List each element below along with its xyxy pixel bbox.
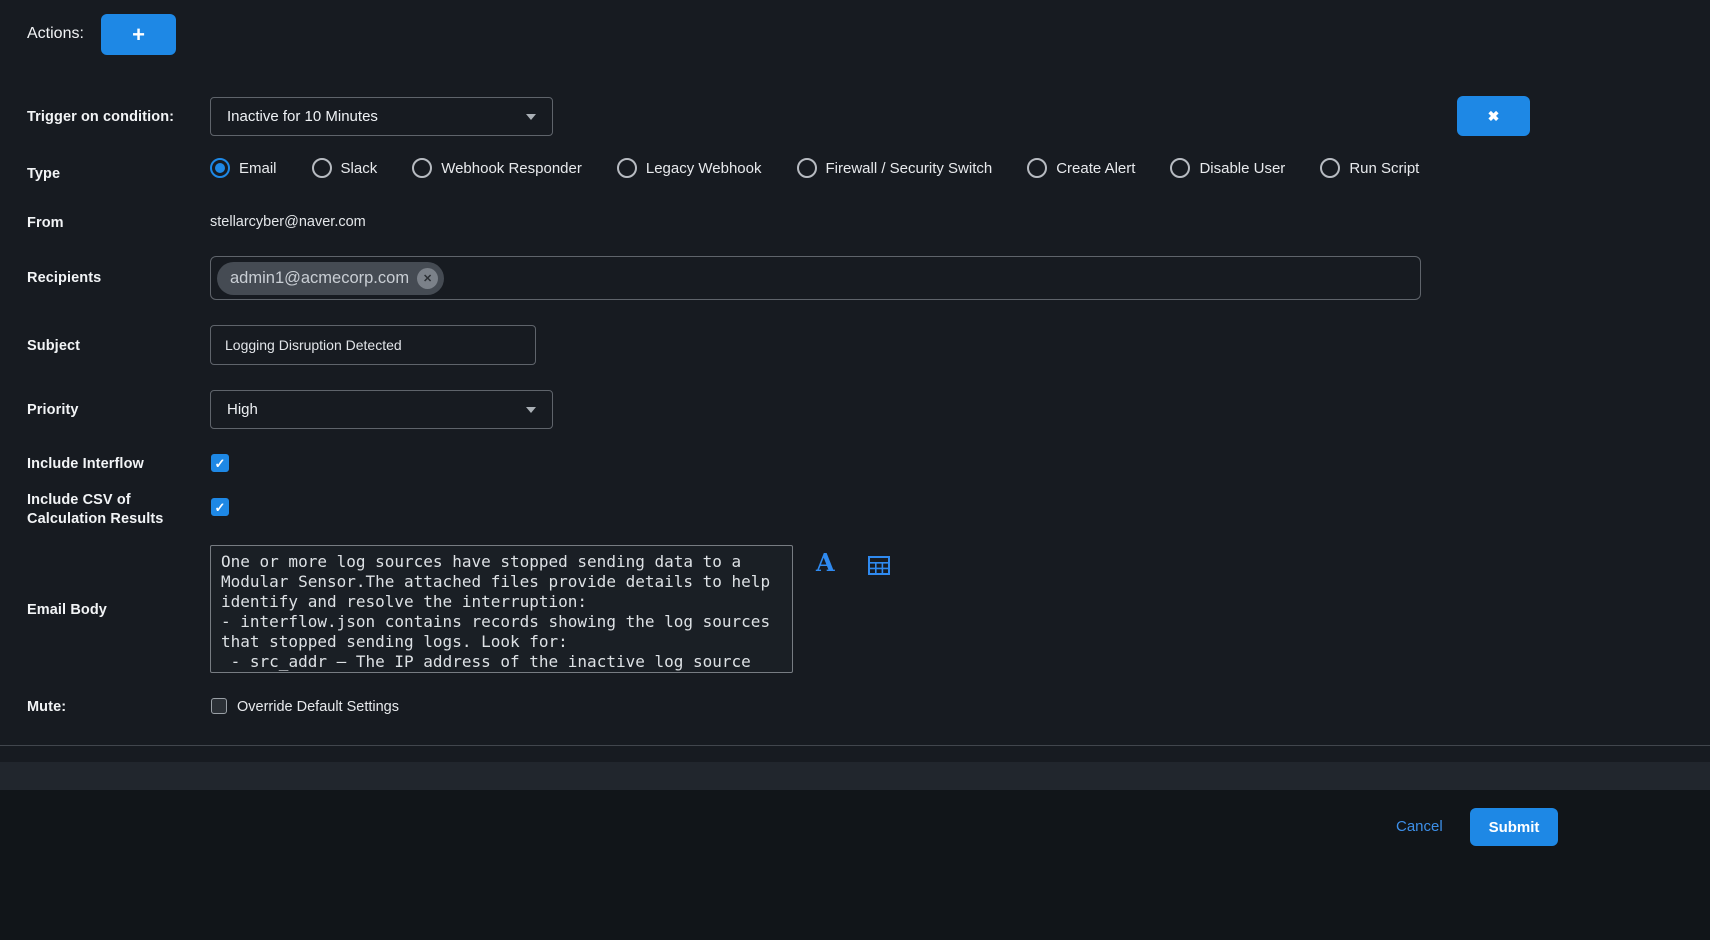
- radio-label: Email: [239, 160, 277, 177]
- email-body-textarea[interactable]: One or more log sources have stopped sen…: [210, 545, 793, 673]
- actions-label: Actions:: [27, 25, 84, 43]
- type-option-create-alert[interactable]: Create Alert: [1027, 158, 1135, 178]
- mute-option-label: Override Default Settings: [237, 699, 399, 715]
- insert-table-icon[interactable]: [868, 556, 890, 580]
- recipients-label: Recipients: [27, 269, 101, 288]
- type-option-slack[interactable]: Slack: [312, 158, 378, 178]
- from-value: stellarcyber@naver.com: [210, 214, 366, 230]
- close-icon: ✖: [1488, 108, 1500, 125]
- chevron-down-icon: [526, 114, 536, 120]
- type-option-email[interactable]: Email: [210, 158, 277, 178]
- type-option-firewall-security-switch[interactable]: Firewall / Security Switch: [797, 158, 993, 178]
- include-csv-checkbox[interactable]: ✓: [211, 498, 229, 516]
- checkmark-icon: ✓: [215, 457, 226, 470]
- include-interflow-checkbox[interactable]: ✓: [211, 454, 229, 472]
- type-option-disable-user[interactable]: Disable User: [1170, 158, 1285, 178]
- radio-label: Legacy Webhook: [646, 160, 762, 177]
- recipient-chip: admin1@acmecorp.com ✕: [217, 262, 444, 295]
- chevron-down-icon: [526, 407, 536, 413]
- radio-icon: [617, 158, 637, 178]
- subject-label: Subject: [27, 337, 80, 356]
- radio-icon: [1027, 158, 1047, 178]
- trigger-condition-label: Trigger on condition:: [27, 108, 174, 127]
- chip-remove-icon[interactable]: ✕: [417, 268, 438, 289]
- remove-action-button[interactable]: ✖: [1457, 96, 1530, 136]
- add-action-button[interactable]: +: [101, 14, 176, 55]
- email-body-label: Email Body: [27, 601, 107, 620]
- trigger-condition-value: Inactive for 10 Minutes: [227, 108, 378, 125]
- include-csv-label: Include CSV of Calculation Results: [27, 491, 182, 529]
- text-format-icon[interactable]: A: [816, 551, 835, 575]
- checkmark-icon: ✓: [215, 501, 226, 514]
- radio-icon: [1170, 158, 1190, 178]
- cancel-button[interactable]: Cancel: [1396, 818, 1443, 835]
- subject-input[interactable]: [210, 325, 536, 365]
- footer-bar: [0, 790, 1710, 940]
- recipient-chip-text: admin1@acmecorp.com: [230, 269, 409, 288]
- priority-label: Priority: [27, 401, 79, 420]
- submit-button[interactable]: Submit: [1470, 808, 1558, 846]
- action-configuration-form: Actions: + Trigger on condition: Inactiv…: [0, 0, 1710, 940]
- radio-label: Slack: [341, 160, 378, 177]
- radio-icon: [210, 158, 230, 178]
- include-interflow-label: Include Interflow: [27, 455, 144, 474]
- type-label: Type: [27, 165, 60, 184]
- priority-value: High: [227, 401, 258, 418]
- radio-label: Disable User: [1199, 160, 1285, 177]
- radio-icon: [797, 158, 817, 178]
- radio-icon: [312, 158, 332, 178]
- recipients-input[interactable]: admin1@acmecorp.com ✕: [210, 256, 1421, 300]
- radio-icon: [1320, 158, 1340, 178]
- radio-label: Run Script: [1349, 160, 1419, 177]
- type-option-webhook-responder[interactable]: Webhook Responder: [412, 158, 582, 178]
- type-radio-group: Email Slack Webhook Responder Legacy Web…: [210, 158, 1419, 178]
- radio-label: Create Alert: [1056, 160, 1135, 177]
- mute-label: Mute:: [27, 698, 66, 717]
- priority-select[interactable]: High: [210, 390, 553, 429]
- radio-icon: [412, 158, 432, 178]
- section-band: [0, 762, 1710, 790]
- divider: [0, 745, 1710, 746]
- type-option-run-script[interactable]: Run Script: [1320, 158, 1419, 178]
- type-option-legacy-webhook[interactable]: Legacy Webhook: [617, 158, 762, 178]
- radio-label: Firewall / Security Switch: [826, 160, 993, 177]
- plus-icon: +: [132, 24, 145, 46]
- trigger-condition-select[interactable]: Inactive for 10 Minutes: [210, 97, 553, 136]
- radio-label: Webhook Responder: [441, 160, 582, 177]
- from-label: From: [27, 214, 64, 233]
- mute-override-checkbox[interactable]: ✓: [211, 698, 227, 714]
